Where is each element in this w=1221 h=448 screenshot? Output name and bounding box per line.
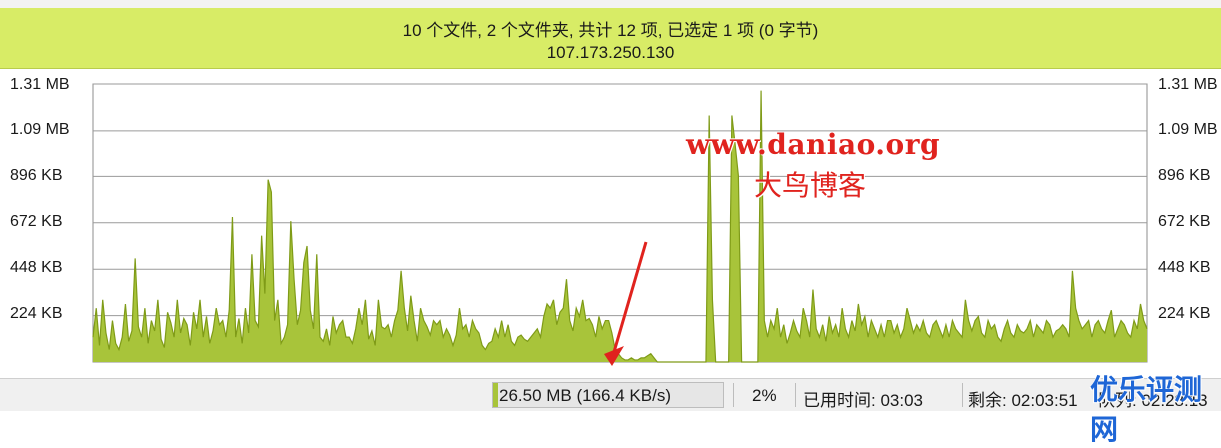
elapsed-time: 已用时间: 03:03 <box>803 391 923 410</box>
percent-complete: 2% <box>752 386 777 405</box>
transfer-status-bar: 26.50 MB (166.4 KB/s) 2% 已用时间: 03:03 剩余:… <box>0 378 1221 411</box>
watermark-url: www.daniao.org <box>686 128 941 161</box>
progress-fill <box>493 383 498 407</box>
transfer-size-speed: 26.50 MB (166.4 KB/s) <box>499 386 671 405</box>
transfer-rate-chart <box>92 83 1148 366</box>
status-band: 10 个文件, 2 个文件夹, 共计 12 项, 已选定 1 项 (0 字节) … <box>0 8 1221 69</box>
window-top-strip <box>0 0 1221 8</box>
transfer-progress-bar: 26.50 MB (166.4 KB/s) <box>492 382 724 408</box>
watermark-blog-name: 大鸟博客 <box>754 169 867 202</box>
status-separator <box>795 383 796 407</box>
remaining-time: 剩余: 02:03:51 <box>968 391 1078 410</box>
status-separator <box>733 383 734 407</box>
selection-summary: 10 个文件, 2 个文件夹, 共计 12 项, 已选定 1 项 (0 字节) <box>402 21 819 40</box>
watermark-corner-logo: 优乐评测网 <box>1090 373 1203 446</box>
status-separator <box>962 383 963 407</box>
server-ip: 107.173.250.130 <box>546 43 675 62</box>
